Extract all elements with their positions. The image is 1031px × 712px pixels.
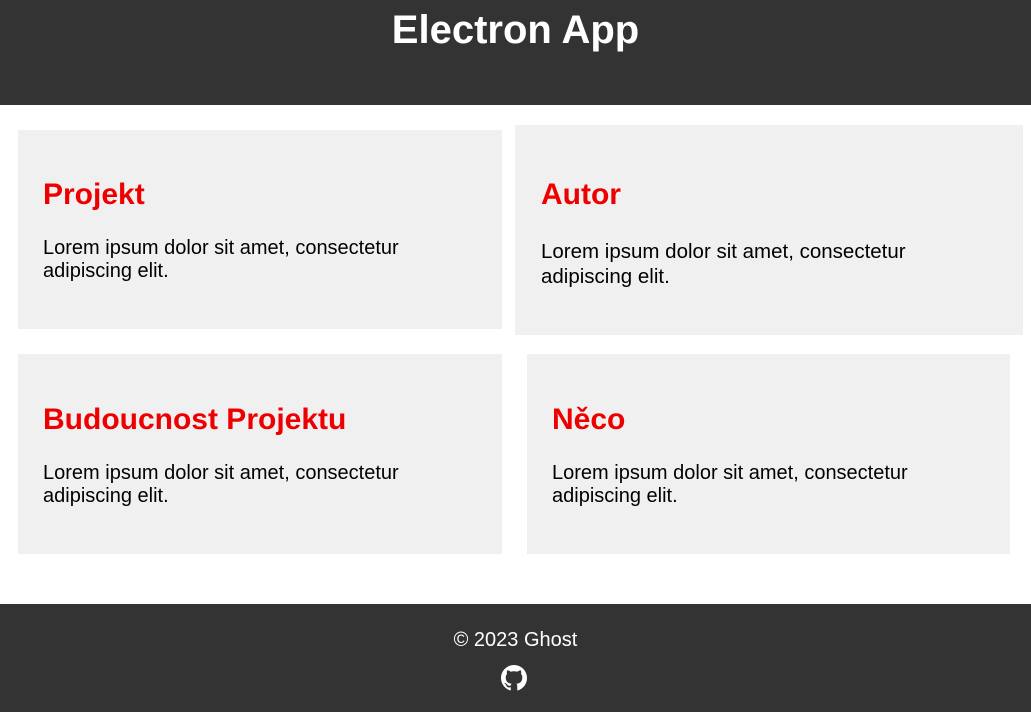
app-header: Electron App (0, 0, 1031, 105)
card-title: Budoucnost Projektu (43, 403, 347, 436)
copyright-text: © 2023 Ghost (453, 629, 578, 651)
card-text: Lorem ipsum dolor sit amet, consectetur … (43, 237, 399, 282)
card-text: Lorem ipsum dolor sit amet, consectetur … (541, 240, 906, 288)
app-footer: © 2023 Ghost (0, 604, 1031, 712)
github-icon (501, 665, 527, 691)
card-text: Lorem ipsum dolor sit amet, consectetur … (43, 462, 399, 507)
card-title: Autor (541, 178, 621, 211)
card-autor: Autor Lorem ipsum dolor sit amet, consec… (515, 125, 1023, 335)
github-link[interactable] (501, 665, 527, 691)
card-neco: Něco Lorem ipsum dolor sit amet, consect… (527, 354, 1010, 554)
card-title: Projekt (43, 178, 145, 211)
card-budoucnost-projektu: Budoucnost Projektu Lorem ipsum dolor si… (18, 354, 502, 554)
card-title: Něco (552, 403, 626, 436)
card-projekt: Projekt Lorem ipsum dolor sit amet, cons… (18, 130, 502, 329)
page-title: Electron App (391, 8, 640, 52)
card-text: Lorem ipsum dolor sit amet, consectetur … (552, 462, 908, 507)
